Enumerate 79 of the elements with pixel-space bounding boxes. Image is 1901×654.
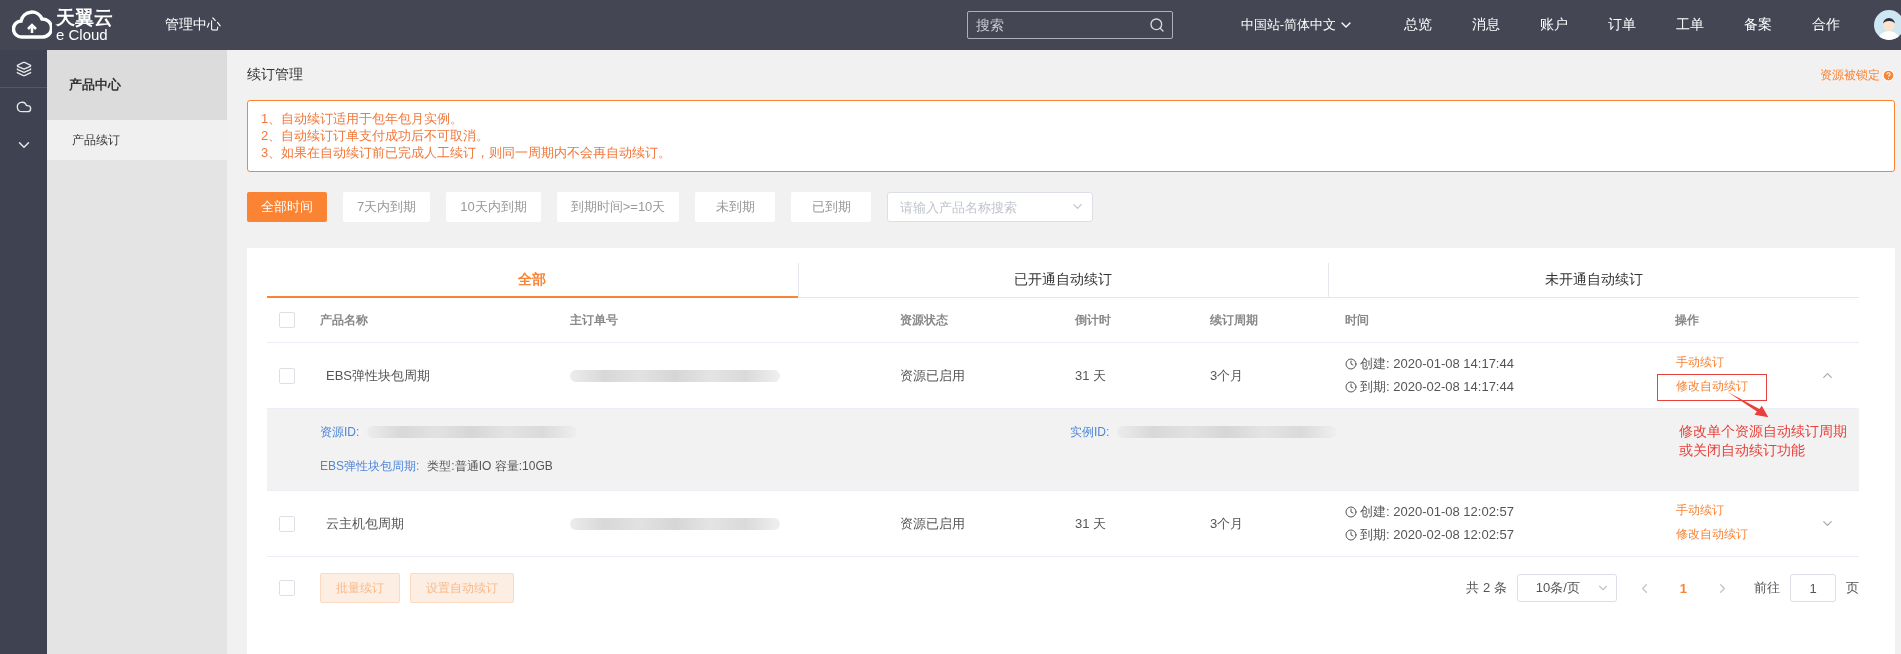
clock-icon xyxy=(1345,358,1357,370)
table-cell-text: 3个月 xyxy=(1210,366,1245,385)
filter-button[interactable]: 到期时间>=10天 xyxy=(556,192,680,222)
nav-link[interactable]: 订单 xyxy=(1588,16,1656,34)
nav-link[interactable]: 工单 xyxy=(1656,16,1724,34)
nav-link[interactable]: 账户 xyxy=(1520,16,1588,34)
column-header: 续订周期 xyxy=(1210,311,1259,329)
search-field[interactable]: 搜索 xyxy=(966,11,1173,39)
column-header: 操作 xyxy=(1675,311,1700,329)
nav-link[interactable]: 合作 xyxy=(1792,16,1860,34)
tab[interactable]: 全部 xyxy=(267,263,798,298)
checkbox[interactable] xyxy=(279,515,295,532)
action-link[interactable]: 手动续订 xyxy=(1657,350,1743,377)
clock-icon xyxy=(1345,506,1357,518)
region-dropdown[interactable]: 中国站-简体中文 xyxy=(1240,16,1354,34)
column-header: 时间 xyxy=(1345,311,1370,329)
sidebar-item[interactable]: 产品续订 xyxy=(47,120,227,160)
tab[interactable]: 未开通自动续订 xyxy=(1328,263,1859,298)
page-suffix: 页 xyxy=(1846,579,1859,597)
avatar[interactable] xyxy=(1874,10,1901,40)
filter-button[interactable]: 未到期 xyxy=(695,192,776,222)
page-input[interactable]: 1 xyxy=(1790,574,1836,602)
table-cell-text: 31 天 xyxy=(1075,514,1108,533)
table-cell-text: 云主机包周期 xyxy=(325,514,405,533)
filter-button[interactable]: 已到期 xyxy=(791,192,872,222)
tab[interactable]: 已开通自动续订 xyxy=(797,263,1329,298)
annotation-text: 修改单个资源自动续订周期 xyxy=(1679,422,1847,441)
annotation-text: 或关闭自动续订功能 xyxy=(1679,441,1806,460)
detail-label: 资源ID: xyxy=(320,423,360,441)
detail-label: 实例ID: xyxy=(1070,423,1110,441)
nav-link[interactable]: 备案 xyxy=(1724,16,1792,34)
page-size-select[interactable]: 10条/页 xyxy=(1516,574,1617,602)
checkbox[interactable] xyxy=(279,312,295,328)
page-title: 续订管理 xyxy=(247,66,303,84)
nav-link[interactable]: 消息 xyxy=(1452,16,1520,34)
annotation-arrow xyxy=(1727,392,1769,418)
table-cell-text: 31 天 xyxy=(1075,366,1108,385)
goto-label: 前往 xyxy=(1754,579,1780,597)
cloud-logo-icon xyxy=(12,10,52,40)
filter-button[interactable]: 全部时间 xyxy=(247,192,327,222)
expiry-time: 到期: 2020-02-08 12:02:57 xyxy=(1360,526,1514,544)
checkbox[interactable] xyxy=(279,367,295,384)
notice-text: 1、自动续订适用于包年包月实例。 xyxy=(261,111,465,127)
batch-action-button[interactable]: 设置自动续订 xyxy=(410,573,514,603)
created-time: 创建: 2020-01-08 12:02:57 xyxy=(1360,503,1514,521)
detail-label: EBS弹性块包周期: xyxy=(320,458,420,476)
console-title: 管理中心 xyxy=(165,16,221,34)
column-header: 产品名称 xyxy=(320,311,369,329)
batch-action-button[interactable]: 批量续订 xyxy=(320,573,400,603)
sidebar-title: 产品中心 xyxy=(47,50,227,120)
detail-value: 类型:普通IO 容量:10GB xyxy=(427,458,553,476)
column-header: 主订单号 xyxy=(570,311,619,329)
checkbox[interactable] xyxy=(279,580,295,596)
column-header: 资源状态 xyxy=(900,311,949,329)
page-number[interactable]: 1 xyxy=(1661,580,1705,596)
logo-subtext: e Cloud xyxy=(56,27,108,42)
clock-icon xyxy=(1345,381,1357,393)
search-icon[interactable] xyxy=(1148,17,1165,33)
action-link[interactable]: 修改自动续订 xyxy=(1657,522,1767,549)
notice-text: 2、自动续订订单支付成功后不可取消。 xyxy=(261,128,491,144)
table-cell-text: 3个月 xyxy=(1210,514,1245,533)
filter-button[interactable]: 10天内到期 xyxy=(446,192,541,222)
created-time: 创建: 2020-01-08 14:17:44 xyxy=(1360,355,1514,373)
column-header: 倒计时 xyxy=(1075,311,1112,329)
action-link[interactable]: 修改自动续订 xyxy=(1657,374,1767,401)
filter-button[interactable]: 7天内到期 xyxy=(343,192,431,222)
table-cell-text: 资源已启用 xyxy=(900,366,966,385)
action-link[interactable]: 手动续订 xyxy=(1657,498,1743,525)
notice-text: 3、如果在自动续订前已完成人工续订，则同一周期内不会再自动续订。 xyxy=(261,145,673,161)
locked-resources-link[interactable]: 资源被锁定 xyxy=(1820,66,1895,84)
nav-link[interactable]: 总览 xyxy=(1384,16,1452,34)
table-cell-text: 资源已启用 xyxy=(900,514,966,533)
logo-text: 天翼云 xyxy=(56,8,113,27)
table-cell-text: EBS弹性块包周期 xyxy=(325,366,431,385)
total-count: 共 2 条 xyxy=(1466,579,1507,597)
help-icon[interactable] xyxy=(1882,68,1895,82)
expiry-time: 到期: 2020-02-08 14:17:44 xyxy=(1360,378,1514,396)
clock-icon xyxy=(1345,529,1357,541)
product-search-select[interactable]: 请输入产品名称搜索 xyxy=(887,192,1094,222)
